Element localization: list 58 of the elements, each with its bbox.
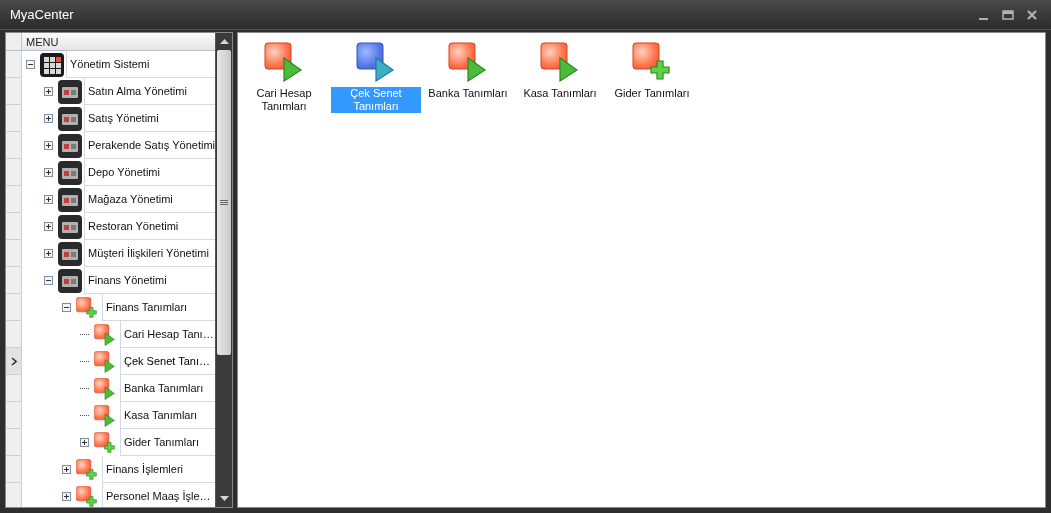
tree-item[interactable]: Finans Tanımları xyxy=(102,294,215,321)
add-icon xyxy=(94,431,116,454)
form-icon xyxy=(94,377,116,400)
app-tile-icon xyxy=(58,133,82,158)
add-icon xyxy=(76,458,98,481)
form-icon xyxy=(94,323,116,346)
grid-icon xyxy=(40,52,64,77)
expand-icon[interactable] xyxy=(44,195,53,204)
expand-icon[interactable] xyxy=(44,249,53,258)
tree-item[interactable]: Yönetim Sistemi xyxy=(66,51,215,78)
expand-icon[interactable] xyxy=(62,492,71,501)
expand-icon[interactable] xyxy=(62,465,71,474)
shortcut-label[interactable]: Kasa Tanımları xyxy=(521,87,599,100)
tree-item[interactable]: Müşteri İlişkileri Yönetimi xyxy=(84,240,215,267)
app-tile-icon xyxy=(58,241,82,266)
tree-item[interactable]: Finans Yönetimi xyxy=(84,267,215,294)
add-icon xyxy=(76,296,98,319)
tree-item[interactable]: Çek Senet Tanı… xyxy=(120,348,215,375)
column-header: MENU xyxy=(22,33,215,50)
app-tile-icon xyxy=(58,268,82,293)
form-icon xyxy=(94,404,116,427)
shortcut-label[interactable]: Banka Tanımları xyxy=(426,87,510,100)
app-tile-icon xyxy=(58,79,82,104)
tree-item[interactable]: Restoran Yönetimi xyxy=(84,213,215,240)
window-title: MyaCenter xyxy=(10,5,75,24)
grip-icon[interactable] xyxy=(220,199,228,206)
close-icon[interactable] xyxy=(1025,8,1039,21)
add-icon xyxy=(76,485,98,507)
expand-icon[interactable] xyxy=(44,168,53,177)
tree-item[interactable]: Satış Yönetimi xyxy=(84,105,215,132)
expand-icon[interactable] xyxy=(44,141,53,150)
app-tile-icon xyxy=(58,106,82,131)
tree-item[interactable]: Gider Tanımları xyxy=(120,429,215,456)
expand-icon[interactable] xyxy=(44,114,53,123)
shortcut-label[interactable]: Cari Hesap Tanımları xyxy=(239,87,329,113)
app-tile-icon xyxy=(58,160,82,185)
collapse-icon[interactable] xyxy=(26,60,35,69)
expand-icon[interactable] xyxy=(44,222,53,231)
collapse-icon[interactable] xyxy=(44,276,53,285)
tree-item[interactable]: Kasa Tanımları xyxy=(120,402,215,429)
scrollbar[interactable] xyxy=(215,33,232,507)
maximize-icon[interactable] xyxy=(1001,8,1015,21)
tree-item[interactable]: Finans İşlemleri xyxy=(102,456,215,483)
expand-icon[interactable] xyxy=(44,87,53,96)
app-tile-icon xyxy=(58,214,82,239)
form-icon xyxy=(94,350,116,373)
expand-icon[interactable] xyxy=(80,438,89,447)
tree-item[interactable]: Cari Hesap Tanı… xyxy=(120,321,215,348)
tree-item[interactable]: Banka Tanımları xyxy=(120,375,215,402)
tree-item[interactable]: Perakende Satış Yönetimi xyxy=(84,132,215,159)
app-tile-icon xyxy=(58,187,82,212)
collapse-icon[interactable] xyxy=(62,303,71,312)
tree-item[interactable]: Satın Alma Yönetimi xyxy=(84,78,215,105)
tree-item[interactable]: Depo Yönetimi xyxy=(84,159,215,186)
current-row-icon xyxy=(10,356,17,366)
shortcut-label[interactable]: Gider Tanımları xyxy=(612,87,692,100)
tree-item[interactable]: Mağaza Yönetimi xyxy=(84,186,215,213)
row-indicator[interactable] xyxy=(6,348,22,375)
